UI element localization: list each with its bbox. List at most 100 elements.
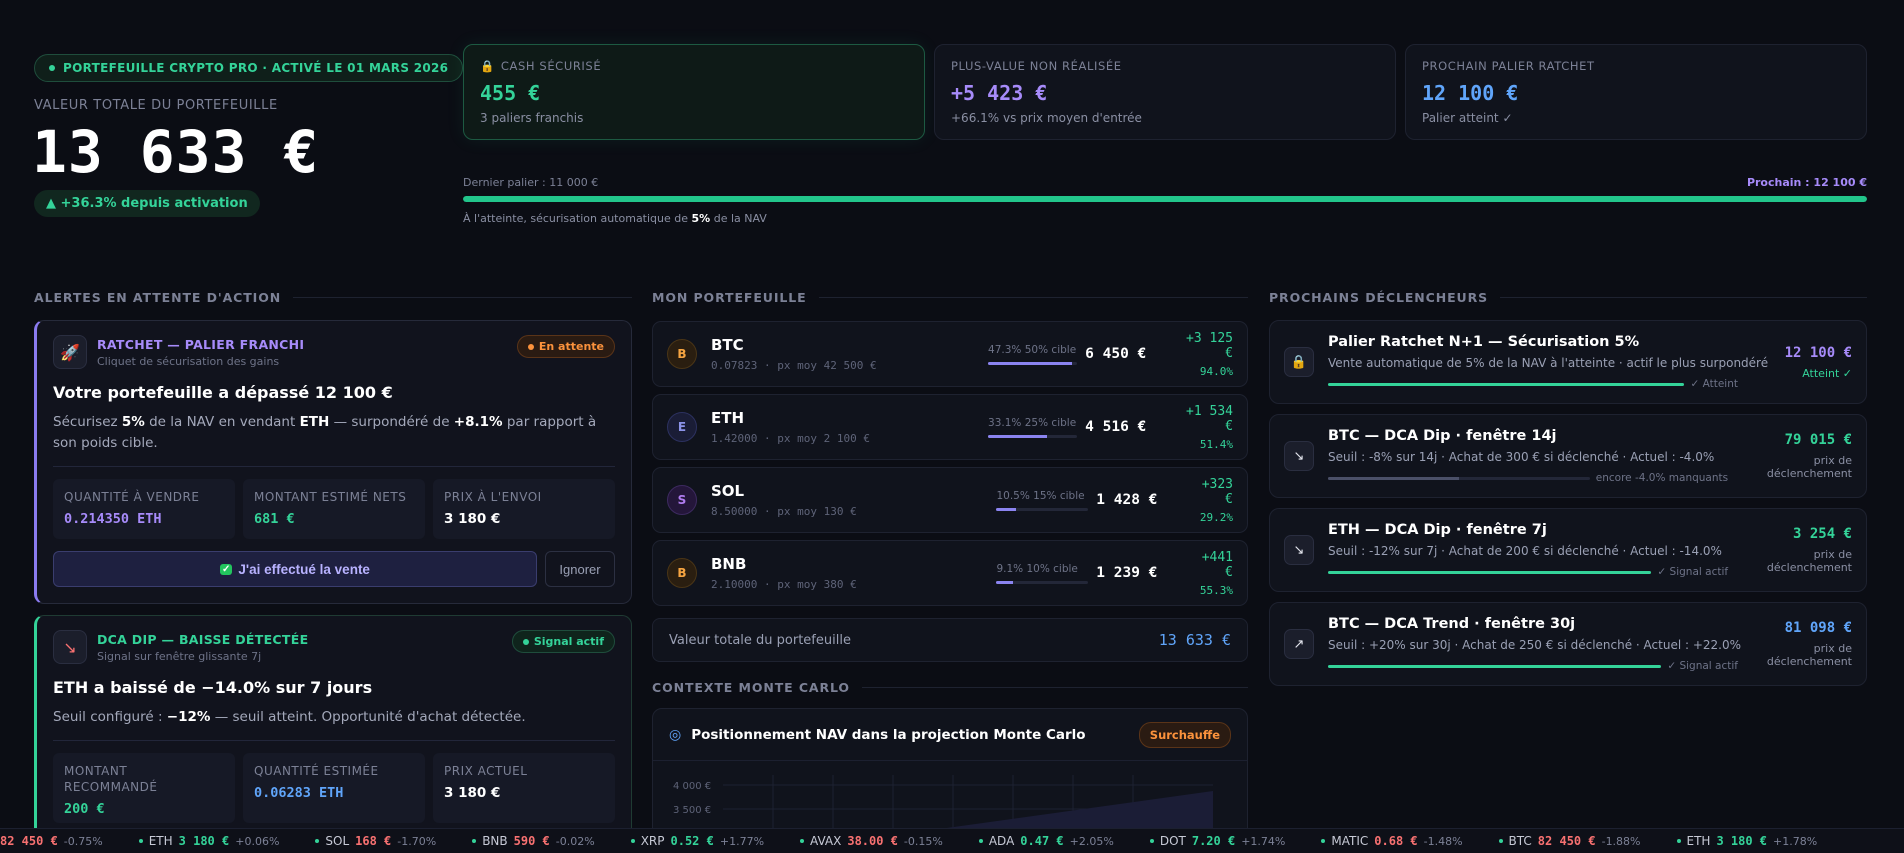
trigger-card[interactable]: 🔒 Palier Ratchet N+1 — Sécurisation 5% V…	[1269, 320, 1867, 404]
trigger-description: Seuil : -12% sur 7j · Achat de 200 € si …	[1328, 544, 1722, 558]
trigger-card[interactable]: ↘ BTC — DCA Dip · fenêtre 14j Seuil : -8…	[1269, 414, 1867, 498]
status-dot-icon	[522, 638, 529, 645]
stat-current-price: PRIX ACTUEL 3 180 €	[433, 753, 615, 823]
ticker-dot-icon	[472, 839, 477, 843]
trigger-title: BTC — DCA Dip · fenêtre 14j	[1328, 428, 1557, 444]
chart-down-icon: ↘	[1284, 441, 1314, 471]
asset-symbol: SOL	[711, 482, 745, 500]
ticker-change: -1.70%	[397, 834, 437, 848]
kpi-value: 12 100 €	[1422, 81, 1519, 105]
trigger-card[interactable]: ↗ BTC — DCA Trend · fenêtre 30j Seuil : …	[1269, 602, 1867, 686]
chart-up-icon: ↗	[1284, 629, 1314, 659]
monte-carlo-title: Positionnement NAV dans la projection Mo…	[691, 726, 1086, 743]
ticker-price: 3 180 €	[1716, 834, 1768, 848]
trigger-price: 81 098 €	[1784, 620, 1852, 636]
ticker-item: BTC 82 450 € -1.88%	[1498, 834, 1641, 848]
trigger-card[interactable]: ↘ ETH — DCA Dip · fenêtre 7j Seuil : -12…	[1269, 508, 1867, 592]
ticker-dot-icon	[978, 839, 983, 843]
ticker-change: +1.74%	[1241, 834, 1286, 848]
allocation-text: 10.5% 15% cible	[996, 489, 1085, 502]
kpi-sub: Palier atteint ✓	[1422, 111, 1513, 125]
ticker-item: 82 450 € -0.75%	[0, 834, 103, 848]
coin-icon: E	[667, 412, 697, 442]
progress-fill	[463, 196, 1867, 202]
lock-icon: 🔒	[480, 59, 495, 73]
kpi-cash-secured: 🔒 CASH SÉCURISÉ 455 € 3 paliers franchis	[463, 44, 925, 140]
ticker-change: -0.75%	[63, 834, 103, 848]
lock-icon: 🔒	[1284, 347, 1314, 377]
coin-icon: B	[667, 558, 697, 588]
allocation-track	[996, 580, 1089, 584]
trigger-progress-fill	[1328, 570, 1652, 574]
trigger-state: ✓ Atteint	[1690, 378, 1738, 390]
alert-description: Sécurisez 5% de la NAV en vendant ETH — …	[53, 414, 597, 451]
asset-row[interactable]: B BNB 2.10000 · px moy 380 € 9.1% 10% ci…	[652, 540, 1248, 606]
alerts-section-title: ALERTES EN ATTENTE D'ACTION	[34, 290, 632, 305]
trigger-note: prix de déclenchement	[1766, 454, 1852, 480]
alert-title: ETH a baissé de −14.0% sur 7 jours	[53, 678, 373, 697]
trigger-description: Seuil : -8% sur 14j · Achat de 300 € si …	[1328, 450, 1715, 464]
trigger-title: BTC — DCA Trend · fenêtre 30j	[1328, 616, 1576, 632]
ticker-item: AVAX 38.00 € -0.15%	[800, 834, 943, 848]
total-value: 13 633 €	[32, 118, 320, 186]
ticker-symbol: ADA	[988, 834, 1015, 848]
ticker-change: +1.78%	[1773, 834, 1818, 848]
ticker-change: -0.15%	[903, 834, 943, 848]
asset-value: 4 516 €	[1085, 419, 1147, 435]
ticker-dot-icon	[138, 839, 143, 843]
portfolio-total-row: Valeur totale du portefeuille 13 633 €	[652, 618, 1248, 662]
allocation-track	[988, 434, 1078, 438]
asset-pnl-percent: 94.0%	[1199, 364, 1234, 378]
ticker-item: ADA 0.47 € +2.05%	[978, 834, 1114, 848]
ticker-price: 82 450 €	[1537, 834, 1596, 848]
asset-pnl-percent: 55.3%	[1199, 583, 1233, 597]
ticker-dot-icon	[315, 839, 320, 843]
status-dot-icon	[527, 343, 534, 350]
allocation-track	[988, 361, 1078, 365]
asset-row[interactable]: S SOL 8.50000 · px moy 130 € 10.5% 15% c…	[652, 467, 1248, 533]
chart-down-icon: ↘	[53, 630, 87, 664]
trigger-state: ✓ Signal actif	[1657, 566, 1729, 578]
asset-value: 1 428 €	[1096, 492, 1158, 508]
trigger-state: encore -4.0% manquants	[1595, 472, 1729, 484]
ignore-button[interactable]: Ignorer	[545, 551, 615, 587]
trigger-progress-track	[1328, 664, 1662, 668]
activation-badge-text: PORTEFEUILLE CRYPTO PRO · ACTIVÉ LE 01 M…	[63, 61, 449, 75]
kpi-value: +5 423 €	[951, 81, 1048, 105]
trigger-price: 12 100 €	[1784, 344, 1852, 361]
price-ticker: 82 450 € -0.75% ETH 3 180 € +0.06% SOL 1…	[0, 828, 1904, 853]
ticker-change: +2.05%	[1069, 834, 1114, 848]
trigger-title: Palier Ratchet N+1 — Sécurisation 5%	[1328, 334, 1640, 350]
ticker-symbol: SOL	[325, 834, 350, 848]
ticker-price: 3 180 €	[178, 834, 230, 848]
y-tick: 4 000 €	[673, 781, 711, 792]
asset-symbol: BNB	[711, 555, 747, 573]
trigger-progress-fill	[1328, 664, 1662, 668]
kpi-sub: +66.1% vs prix moyen d'entrée	[951, 111, 1142, 125]
chart-down-icon: ↘	[1284, 535, 1314, 565]
ticker-item: ETH 3 180 € +0.06%	[138, 834, 280, 848]
asset-value: 6 450 €	[1085, 346, 1147, 362]
alert-kind: DCA DIP — BAISSE DÉTECTÉE	[97, 632, 309, 647]
stat-quantity: QUANTITÉ À VENDRE 0.214350 ETH	[53, 479, 235, 539]
ticker-dot-icon	[1321, 839, 1326, 843]
allocation: 10.5% 15% cible	[996, 489, 1089, 511]
globe-icon: ◎	[669, 726, 682, 743]
alert-title: Votre portefeuille a dépassé 12 100 €	[53, 383, 393, 402]
ticker-dot-icon	[1676, 839, 1681, 843]
trigger-note: prix de déclenchement	[1766, 548, 1852, 574]
ticker-price: 38.00 €	[847, 834, 898, 848]
asset-row[interactable]: B BTC 0.07823 · px moy 42 500 € 47.3% 50…	[652, 321, 1248, 387]
ticker-price: 168 €	[355, 834, 392, 848]
ticker-change: +0.06%	[235, 834, 280, 848]
trigger-progress-track	[1328, 476, 1590, 480]
kpi-next-ratchet: PROCHAIN PALIER RATCHET 12 100 € Palier …	[1405, 44, 1867, 140]
asset-row[interactable]: E ETH 1.42000 · px moy 2 100 € 33.1% 25%…	[652, 394, 1248, 460]
portfolio-header: PORTEFEUILLE CRYPTO PRO · ACTIVÉ LE 01 M…	[0, 0, 1904, 268]
ticker-dot-icon	[630, 839, 635, 843]
trigger-description: Seuil : +20% sur 30j · Achat de 250 € si…	[1328, 638, 1742, 652]
alert-kind: RATCHET — PALIER FRANCHI	[97, 337, 305, 352]
asset-symbol: BTC	[711, 336, 744, 354]
next-tier-label: Prochain : 12 100 €	[1746, 176, 1867, 189]
confirm-sale-button[interactable]: ✓ J'ai effectué la vente	[53, 551, 537, 587]
